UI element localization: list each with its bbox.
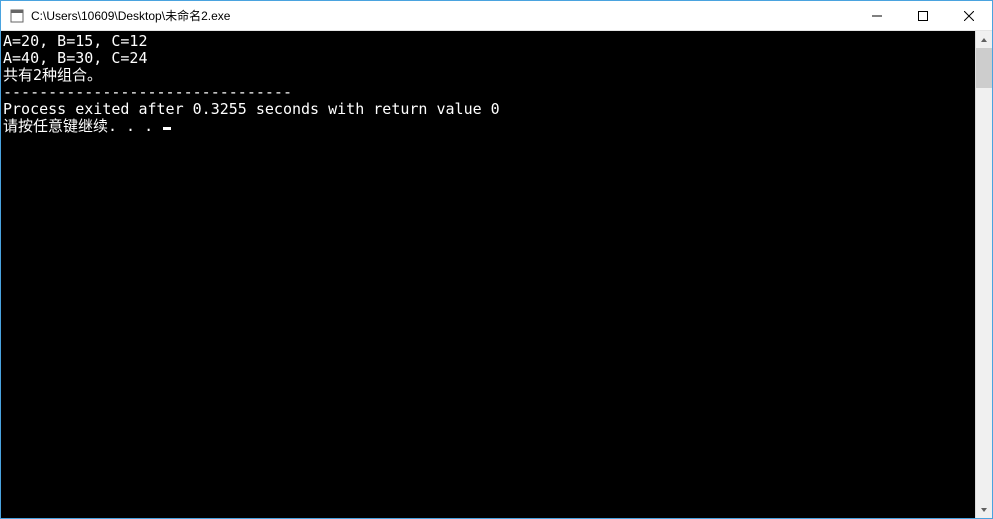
scrollbar-down-button[interactable]	[976, 501, 992, 518]
console-line: 共有2种组合。	[3, 67, 975, 84]
close-button[interactable]	[946, 1, 992, 30]
maximize-icon	[918, 11, 928, 21]
console-line: Process exited after 0.3255 seconds with…	[3, 101, 975, 118]
window-title: C:\Users\10609\Desktop\未命名2.exe	[31, 7, 854, 24]
chevron-down-icon	[980, 506, 988, 514]
console-window: C:\Users\10609\Desktop\未命名2.exe A=20, B=	[0, 0, 993, 519]
window-controls	[854, 1, 992, 30]
console-line: 请按任意键继续. . .	[3, 118, 975, 135]
chevron-up-icon	[980, 36, 988, 44]
scrollbar-thumb[interactable]	[976, 48, 992, 88]
console-line: A=20, B=15, C=12	[3, 33, 975, 50]
titlebar[interactable]: C:\Users\10609\Desktop\未命名2.exe	[1, 1, 992, 31]
console-line: --------------------------------	[3, 84, 975, 101]
client-area: A=20, B=15, C=12A=40, B=30, C=24共有2种组合。-…	[1, 31, 992, 518]
minimize-button[interactable]	[854, 1, 900, 30]
maximize-button[interactable]	[900, 1, 946, 30]
close-icon	[964, 11, 974, 21]
text-cursor	[163, 127, 171, 130]
app-icon	[9, 8, 25, 24]
console-line: A=40, B=30, C=24	[3, 50, 975, 67]
vertical-scrollbar[interactable]	[975, 31, 992, 518]
minimize-icon	[872, 11, 882, 21]
scrollbar-up-button[interactable]	[976, 31, 992, 48]
console-output[interactable]: A=20, B=15, C=12A=40, B=30, C=24共有2种组合。-…	[1, 31, 975, 518]
scrollbar-track[interactable]	[976, 48, 992, 501]
